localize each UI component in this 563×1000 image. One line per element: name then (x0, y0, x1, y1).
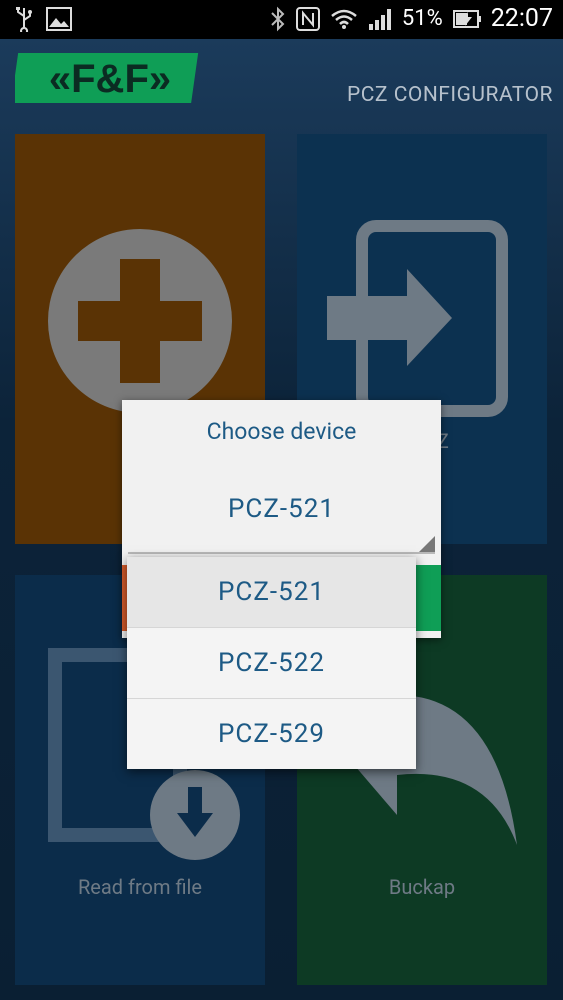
device-option-pcz-529[interactable]: PCZ-529 (127, 699, 416, 769)
device-dropdown-list: PCZ-521 PCZ-522 PCZ-529 (127, 557, 416, 769)
battery-percent: 51% (401, 6, 443, 31)
device-option-pcz-521[interactable]: PCZ-521 (127, 557, 416, 628)
usb-icon (16, 7, 32, 32)
nfc-icon (295, 7, 320, 31)
notification-icons (14, 6, 72, 32)
clock: 22:07 (490, 4, 553, 33)
system-icons: 51% 22:07 (270, 4, 553, 34)
device-spinner[interactable]: PCZ-521 (128, 480, 435, 554)
bluetooth-icon (271, 6, 285, 32)
device-spinner-value: PCZ-521 (228, 494, 335, 524)
battery-charging-icon (452, 10, 481, 28)
ok-button[interactable] (415, 565, 441, 631)
signal-icon (368, 9, 391, 30)
device-option-pcz-522[interactable]: PCZ-522 (127, 628, 416, 699)
image-icon (46, 7, 72, 31)
dropdown-corner-icon (419, 536, 435, 552)
status-bar: 51% 22:07 (0, 0, 563, 39)
wifi-icon (331, 9, 357, 29)
dialog-title: Choose device (206, 418, 357, 445)
